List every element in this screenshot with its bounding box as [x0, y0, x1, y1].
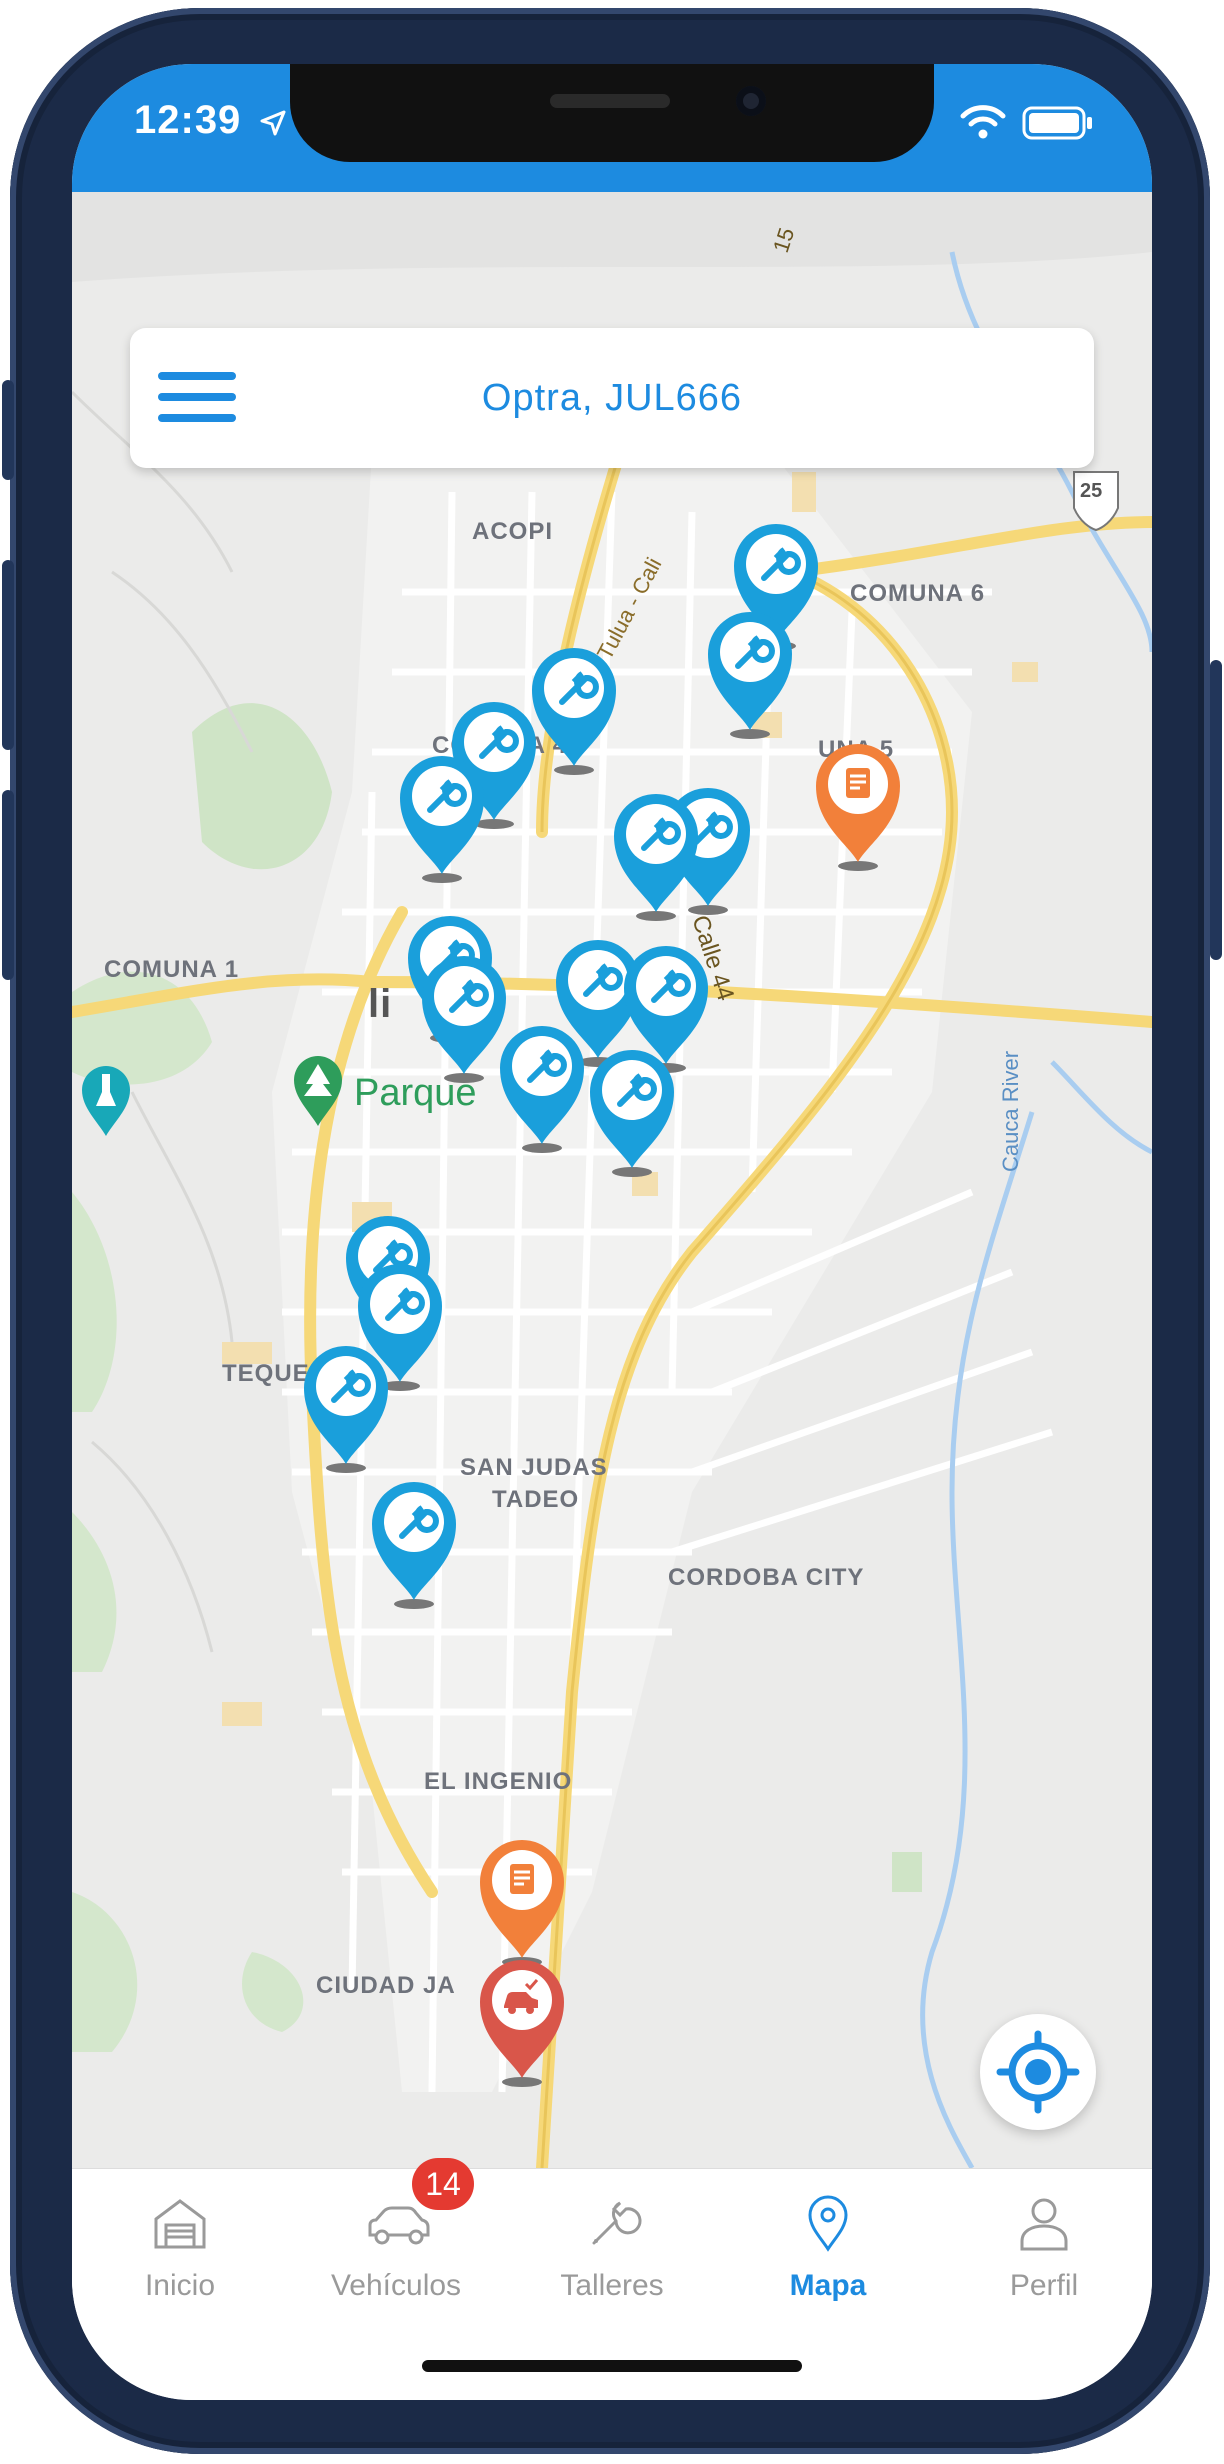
tab-label-vehiculos: Vehículos — [330, 2269, 462, 2302]
phone-screen: 12:39 ACOPI COMUNA 6 COMUNA 1 li TEQUEND… — [72, 64, 1152, 2400]
tab-label-perfil: Perfil — [1009, 2269, 1079, 2302]
tab-inicio[interactable]: Inicio — [72, 2169, 288, 2329]
monument-pin-icon[interactable] — [78, 1062, 134, 1138]
crosshair-icon — [996, 2030, 1080, 2114]
map-label-comuna-6: COMUNA 6 — [850, 580, 986, 607]
wifi-icon — [960, 105, 1006, 139]
garage-icon — [154, 2199, 206, 2249]
route-shield-number: 25 — [1080, 480, 1103, 502]
map-label-el-ingenio: EL INGENIO — [424, 1768, 573, 1795]
tab-perfil[interactable]: Perfil — [936, 2169, 1152, 2329]
workshop-pin[interactable] — [298, 1338, 394, 1478]
workshop-pin[interactable] — [394, 748, 490, 888]
power-button — [1210, 660, 1222, 960]
workshop-pin[interactable] — [494, 1018, 590, 1158]
document-pin[interactable] — [810, 736, 906, 876]
map-label-city: li — [368, 982, 393, 1026]
vehicle-pin[interactable] — [474, 1952, 570, 2092]
map-pin-icon — [808, 2195, 848, 2252]
user-icon — [1020, 2198, 1068, 2251]
map-label-ciudad-ja: CIUDAD JA — [316, 1972, 456, 1999]
tab-mapa[interactable]: Mapa — [720, 2169, 936, 2329]
notch — [290, 64, 934, 162]
my-location-button[interactable] — [980, 2014, 1096, 2130]
workshop-pin[interactable] — [366, 1474, 462, 1614]
map-label-acopi: ACOPI — [472, 518, 554, 545]
map-label-tadeo: TADEO — [492, 1486, 580, 1513]
document-icon — [510, 1864, 534, 1894]
home-indicator — [422, 2360, 802, 2372]
front-camera — [736, 86, 766, 116]
battery-icon — [1022, 106, 1092, 140]
selected-vehicle-title[interactable]: Optra, JUL666 — [130, 328, 1094, 468]
map-label-cordoba-city: CORDOBA CITY — [668, 1564, 865, 1591]
status-icons — [940, 104, 1100, 144]
status-time: 12:39 — [134, 98, 242, 142]
vehicle-header-card[interactable]: Optra, JUL666 — [130, 328, 1094, 468]
tab-label-inicio: Inicio — [144, 2269, 216, 2302]
wrench-icon — [592, 2201, 642, 2245]
park-pin-icon[interactable] — [290, 1052, 346, 1128]
side-button — [2, 380, 14, 480]
tab-label-mapa: Mapa — [789, 2269, 867, 2302]
location-arrow-icon — [260, 110, 286, 136]
vehicles-notification-badge: 14 — [412, 2158, 474, 2210]
map-label-san-judas: SAN JUDAS — [460, 1454, 608, 1481]
street-label-cauca-river: Cauca River — [998, 1050, 1023, 1172]
workshop-pin[interactable] — [608, 786, 704, 926]
workshop-pin[interactable] — [584, 1042, 680, 1182]
volume-down-button — [2, 790, 14, 980]
tab-label-talleres: Talleres — [560, 2269, 664, 2302]
document-icon — [846, 768, 870, 798]
volume-up-button — [2, 560, 14, 750]
map-label-comuna-1: COMUNA 1 — [104, 956, 240, 983]
tab-talleres[interactable]: Talleres — [504, 2169, 720, 2329]
workshop-pin[interactable] — [702, 604, 798, 744]
speaker — [550, 94, 670, 108]
document-pin[interactable] — [474, 1832, 570, 1972]
map-view[interactable]: ACOPI COMUNA 6 COMUNA 4 UNA 5 COMUNA 1 l… — [72, 192, 1152, 2168]
